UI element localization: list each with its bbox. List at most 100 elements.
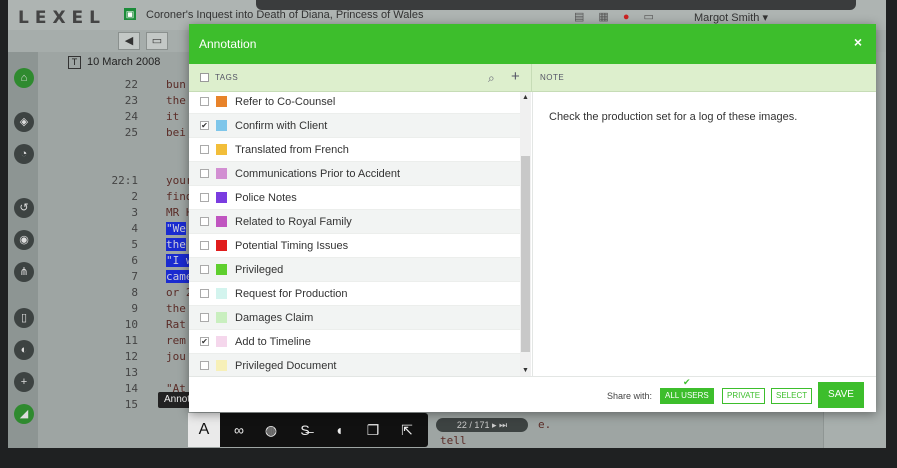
transcript-line[interactable]: 2 find (48, 190, 198, 206)
share-select-button[interactable]: SELECT (771, 388, 813, 404)
tag-checkbox[interactable]: ✔ (200, 121, 209, 130)
tag-label: Request for Production (235, 288, 348, 300)
export-icon[interactable]: ⇱ (398, 421, 416, 439)
tag-row[interactable]: Refer to Co-Counsel (189, 92, 520, 114)
tag-checkbox[interactable] (200, 169, 209, 178)
tag-color-swatch (216, 264, 227, 275)
tag-checkbox[interactable] (200, 217, 209, 226)
tag-color-swatch (216, 144, 227, 155)
tag-checkbox[interactable] (200, 145, 209, 154)
transcript-line[interactable]: 22 bun (48, 78, 198, 94)
document-icon[interactable]: ▯ (14, 308, 34, 328)
tag-color-swatch (216, 216, 227, 227)
tag-checkbox[interactable] (200, 265, 209, 274)
tag-row[interactable]: Potential Timing Issues (189, 234, 520, 258)
eye-icon[interactable]: ◉ (14, 230, 34, 250)
scroll-down-icon[interactable]: ▼ (522, 367, 529, 374)
line-number: 14 (124, 382, 138, 395)
home-icon[interactable]: ⌂ (14, 68, 34, 88)
transcript-line[interactable]: 24 it (48, 110, 198, 126)
add-tag-icon[interactable]: + (511, 68, 520, 85)
clock-icon[interactable]: ◔ (14, 144, 34, 164)
share-all-users-button[interactable]: ALL USERS (660, 388, 714, 404)
tag-label: Confirm with Client (235, 120, 328, 132)
transcript-line[interactable]: 25 bei (48, 126, 198, 142)
strikethrough-icon[interactable]: S̶ (296, 421, 314, 439)
chat-icon[interactable]: ◐ (14, 340, 34, 360)
transcript-line[interactable] (48, 142, 198, 158)
tag-checkbox[interactable] (200, 241, 209, 250)
tag-row[interactable]: Translated from French (189, 138, 520, 162)
select-all-checkbox[interactable] (200, 73, 209, 82)
tag-checkbox[interactable] (200, 289, 209, 298)
search-icon[interactable]: ⌕ (488, 71, 495, 86)
share-private-button[interactable]: PRIVATE (722, 388, 766, 404)
tag-checkbox[interactable] (200, 313, 209, 322)
transcript-date: T 10 March 2008 (68, 56, 160, 69)
line-number: 5 (131, 238, 138, 251)
grid-icon[interactable]: ▦ (598, 11, 622, 23)
transcript-line[interactable]: 22:1 your (48, 174, 198, 190)
share-icon[interactable]: ⋔ (14, 262, 34, 282)
tag-checkbox[interactable] (200, 97, 209, 106)
transcript-line[interactable]: 12 jou (48, 350, 198, 366)
copy-icon[interactable]: ❐ (364, 421, 382, 439)
line-text: jou (166, 350, 186, 363)
transcript-line[interactable] (48, 158, 198, 174)
link-icon[interactable]: ∞ (230, 421, 248, 439)
transcript-line[interactable]: 10 Rat (48, 318, 198, 334)
comment-icon[interactable]: ▭ (146, 32, 168, 50)
message-icon[interactable]: ▭ (643, 11, 667, 23)
line-number: 22:1 (111, 174, 139, 187)
tag-color-swatch (216, 240, 227, 251)
transcript-line[interactable]: 23 the (48, 94, 198, 110)
tag-row[interactable]: Damages Claim (189, 306, 520, 330)
transcript-line[interactable]: 13 (48, 366, 198, 382)
transcript-line[interactable]: 11 rem (48, 334, 198, 350)
chart-icon[interactable]: ◢ (14, 404, 34, 424)
tag-label: Privileged Document (235, 360, 337, 372)
transcript-line[interactable]: 8 or 2 (48, 286, 198, 302)
tag-list-scrollbar[interactable]: ▲ ▼ (520, 92, 531, 376)
page-indicator[interactable]: 22 / 171 ▸ ⏭ (436, 418, 528, 432)
tag-row[interactable]: Communications Prior to Accident (189, 162, 520, 186)
add-icon[interactable]: + (14, 372, 34, 392)
transcript-line[interactable]: 7 came (48, 270, 198, 286)
scroll-thumb[interactable] (521, 156, 530, 352)
back-arrow-icon[interactable]: ◀ (118, 32, 140, 50)
scroll-up-icon[interactable]: ▲ (522, 94, 529, 101)
transcript-line[interactable]: 6 "I w (48, 254, 198, 270)
tag-label: Communications Prior to Accident (235, 168, 401, 180)
tag-row[interactable]: Related to Royal Family (189, 210, 520, 234)
tag-checkbox[interactable] (200, 193, 209, 202)
globe-icon[interactable]: ◍ (262, 421, 280, 439)
transcript-line[interactable]: 4 "We (48, 222, 198, 238)
database-icon[interactable]: ◈ (14, 112, 34, 132)
list-icon[interactable]: ▤ (574, 11, 598, 23)
history-icon[interactable]: ↺ (14, 198, 34, 218)
note-field[interactable]: Check the production set for a log of th… (532, 92, 876, 376)
annotate-icon[interactable]: A (188, 413, 220, 447)
transcript-line[interactable]: 9 the (48, 302, 198, 318)
tag-color-swatch (216, 312, 227, 323)
line-number: 12 (124, 350, 138, 363)
tag-row[interactable]: Privileged Document (189, 354, 520, 376)
tag-row[interactable]: Request for Production (189, 282, 520, 306)
line-text: it (166, 110, 180, 123)
user-menu[interactable]: Margot Smith ▾ (694, 11, 768, 24)
comment-icon[interactable]: ◖ (330, 421, 348, 439)
save-button[interactable]: SAVE (818, 382, 864, 408)
line-text: the (166, 238, 186, 251)
transcript-line[interactable]: 5 the (48, 238, 198, 254)
bell-icon[interactable]: ● (623, 11, 644, 23)
tag-checkbox[interactable]: ✔ (200, 337, 209, 346)
tag-row[interactable]: Privileged (189, 258, 520, 282)
transcript-line[interactable]: 3 MR H (48, 206, 198, 222)
tag-row[interactable]: Police Notes (189, 186, 520, 210)
tag-row[interactable]: ✔ Confirm with Client (189, 114, 520, 138)
close-icon[interactable]: × (854, 34, 862, 50)
tag-row[interactable]: ✔ Add to Timeline (189, 330, 520, 354)
tag-checkbox[interactable] (200, 361, 209, 370)
line-number: 11 (124, 334, 138, 347)
text-icon[interactable]: T (68, 56, 81, 69)
